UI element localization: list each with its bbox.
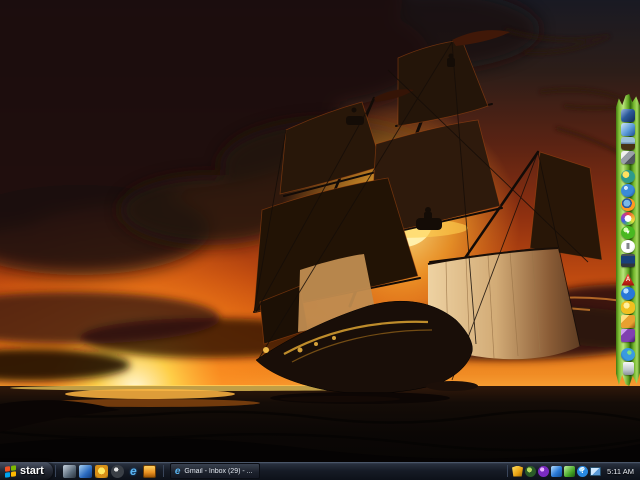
quick-launch-mail-icon[interactable] [142, 464, 156, 478]
start-button[interactable]: start [0, 462, 53, 480]
earth-globe-icon[interactable] [621, 348, 635, 361]
internet-explorer-icon: e [174, 465, 181, 477]
messenger-icon[interactable] [551, 465, 563, 477]
gold-book-icon[interactable] [621, 315, 635, 328]
firefox-icon[interactable] [621, 198, 635, 211]
quick-launch-desktop-icon[interactable] [62, 464, 76, 478]
emule-icon[interactable] [621, 170, 635, 183]
dock-separator [621, 165, 635, 169]
quick-launch-media-icon[interactable] [78, 464, 92, 478]
download-manager-icon[interactable]: ▼ [621, 226, 635, 239]
blue-sphere-icon[interactable] [621, 287, 635, 300]
tray-globe-icon[interactable] [525, 465, 537, 477]
desktop: ▼ ‖ A start e e Gmail - Inbox (29) - ... ?… [0, 0, 640, 480]
recycle-bin-icon[interactable] [622, 362, 634, 375]
dock-separator [621, 268, 635, 272]
quick-launch-disc-icon[interactable] [110, 464, 124, 478]
taskbar-separator [54, 465, 56, 477]
task-button-gmail[interactable]: e Gmail - Inbox (29) - ... [169, 463, 260, 479]
my-pictures-icon[interactable] [621, 137, 635, 150]
web-globe-icon[interactable] [621, 184, 635, 197]
task-button-label: Gmail - Inbox (29) - ... [184, 467, 253, 475]
yellow-pet-icon[interactable] [621, 301, 635, 314]
network-icon[interactable] [590, 466, 602, 476]
aimp-icon[interactable]: A [621, 273, 635, 286]
tray-green-icon[interactable] [564, 465, 576, 477]
taskbar: start e e Gmail - Inbox (29) - ... ? 5:1… [0, 462, 640, 480]
security-alert-icon[interactable] [512, 465, 524, 477]
my-documents-icon[interactable] [621, 123, 635, 136]
quick-launch-winamp-icon[interactable] [94, 464, 108, 478]
purple-bag-icon[interactable] [621, 329, 635, 342]
quick-launch-bar: e [58, 464, 161, 478]
pause-player-icon[interactable]: ‖ [621, 240, 635, 253]
internet-explorer-icon[interactable]: e [127, 465, 140, 478]
tray-blue-icon[interactable]: ? [577, 465, 589, 477]
tray-icons: ? [512, 465, 602, 477]
system-tray: ? 5:11 AM [502, 462, 640, 480]
dock: ▼ ‖ A [616, 94, 640, 386]
tools-icon[interactable] [621, 151, 635, 164]
clock[interactable]: 5:11 AM [603, 467, 637, 476]
taskbar-separator [162, 465, 164, 477]
my-computer-icon[interactable] [621, 109, 635, 122]
tv-monitor-icon[interactable] [621, 254, 635, 267]
start-label: start [20, 465, 44, 477]
windows-logo-icon [5, 464, 16, 478]
dock-separator [621, 343, 635, 347]
tray-purple-icon[interactable] [538, 465, 550, 477]
media-player-icon[interactable] [621, 212, 635, 225]
wallpaper-ship-sunset [0, 0, 640, 480]
taskbar-separator [507, 465, 509, 477]
